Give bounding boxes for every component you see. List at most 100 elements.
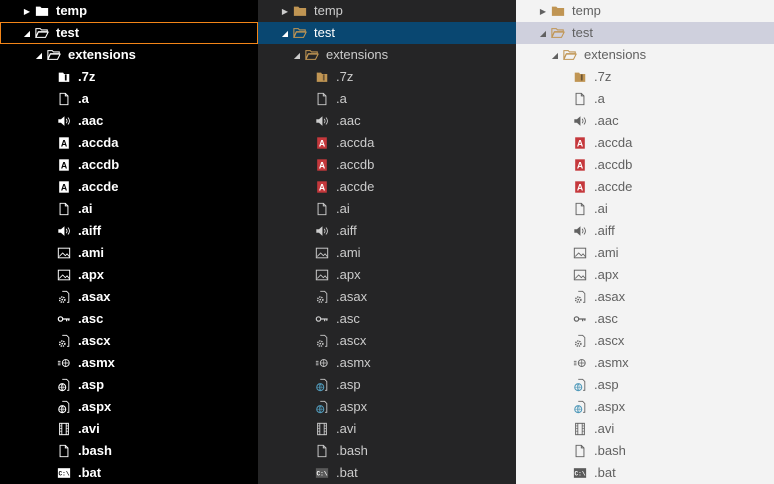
item-label: .accde (594, 179, 633, 194)
tree-file-item[interactable]: .asmx (0, 352, 258, 374)
tree-folder-test[interactable]: ◢ test (258, 22, 516, 44)
tree-folder-extensions[interactable]: ◢ extensions (258, 44, 516, 66)
svg-text:A: A (577, 183, 584, 193)
tree-file-item[interactable]: .asp (258, 374, 516, 396)
tree-folder-test[interactable]: ◢ test (516, 22, 774, 44)
tree-file-item[interactable]: A .accdb (516, 154, 774, 176)
tree-file-item[interactable]: .7z (258, 66, 516, 88)
chevron-right-icon[interactable]: ▶ (278, 7, 292, 16)
tree-file-item[interactable]: .ascx (516, 330, 774, 352)
tree-file-item[interactable]: .aiff (516, 220, 774, 242)
tree-file-item[interactable]: .asax (516, 286, 774, 308)
tree-file-item[interactable]: C:\ .bat (516, 462, 774, 484)
tree-file-item[interactable]: A .accde (516, 176, 774, 198)
key-icon (572, 311, 588, 327)
tree-file-item[interactable]: .ami (516, 242, 774, 264)
tree-file-item[interactable]: .asmx (516, 352, 774, 374)
item-label: .a (78, 91, 89, 106)
audio-icon (572, 223, 588, 239)
tree-file-item[interactable]: .asp (516, 374, 774, 396)
tree-file-item[interactable]: A .accde (0, 176, 258, 198)
chevron-down-icon[interactable]: ◢ (290, 51, 304, 60)
tree-file-item[interactable]: .aac (516, 110, 774, 132)
item-label: .bat (594, 465, 616, 480)
item-label: .accda (78, 135, 119, 150)
tree-file-item[interactable]: A .accda (0, 132, 258, 154)
explorer-panel-high-contrast: ▶ temp ◢ test ◢ extensions .7z .a .aac A .accda A .a… (0, 0, 258, 484)
tree-file-item[interactable]: .a (258, 88, 516, 110)
chevron-down-icon[interactable]: ◢ (278, 29, 292, 38)
chevron-right-icon[interactable]: ▶ (20, 7, 34, 16)
tree-file-item[interactable]: .bash (0, 440, 258, 462)
tree-file-item[interactable]: .avi (516, 418, 774, 440)
item-label: .bat (78, 465, 102, 480)
tree-folder-test[interactable]: ◢ test (0, 22, 258, 44)
tree-file-item[interactable]: .a (0, 88, 258, 110)
tree-file-item[interactable]: .ai (258, 198, 516, 220)
tree-file-item[interactable]: .aspx (0, 396, 258, 418)
tree-file-item[interactable]: .ascx (258, 330, 516, 352)
chevron-down-icon[interactable]: ◢ (32, 51, 46, 60)
svg-text:A: A (319, 183, 326, 193)
item-label: .asc (594, 311, 618, 326)
audio-icon (56, 113, 72, 129)
tree-file-item[interactable]: A .accdb (0, 154, 258, 176)
tree-file-item[interactable]: A .accde (258, 176, 516, 198)
folder-open-icon (34, 25, 50, 41)
tree-file-item[interactable]: .asc (516, 308, 774, 330)
tree-file-item[interactable]: .a (516, 88, 774, 110)
tree-folder-temp[interactable]: ▶ temp (0, 0, 258, 22)
tree-file-item[interactable]: .apx (0, 264, 258, 286)
access-icon: A (314, 179, 330, 195)
tree-file-item[interactable]: .aiff (258, 220, 516, 242)
item-label: .ascx (594, 333, 625, 348)
gear-file-icon (56, 333, 72, 349)
tree-file-item[interactable]: .apx (258, 264, 516, 286)
tree-file-item[interactable]: .ai (0, 198, 258, 220)
tree-file-item[interactable]: .7z (0, 66, 258, 88)
chevron-right-icon[interactable]: ▶ (536, 7, 550, 16)
terminal-icon: C:\ (56, 465, 72, 481)
access-icon: A (56, 157, 72, 173)
tree-folder-extensions[interactable]: ◢ extensions (516, 44, 774, 66)
tree-file-item[interactable]: .aiff (0, 220, 258, 242)
globe-file-icon (572, 377, 588, 393)
tree-file-item[interactable]: A .accdb (258, 154, 516, 176)
tree-folder-temp[interactable]: ▶ temp (516, 0, 774, 22)
item-label: .bash (78, 443, 112, 458)
tree-file-item[interactable]: .ascx (0, 330, 258, 352)
tree-file-item[interactable]: .asc (0, 308, 258, 330)
tree-file-item[interactable]: .avi (0, 418, 258, 440)
tree-file-item[interactable]: .aspx (516, 396, 774, 418)
tree-folder-extensions[interactable]: ◢ extensions (0, 44, 258, 66)
tree-file-item[interactable]: .asax (258, 286, 516, 308)
chevron-down-icon[interactable]: ◢ (536, 29, 550, 38)
tree-file-item[interactable]: .asax (0, 286, 258, 308)
tree-file-item[interactable]: A .accda (516, 132, 774, 154)
tree-file-item[interactable]: .7z (516, 66, 774, 88)
tree-file-item[interactable]: .asmx (258, 352, 516, 374)
tree-file-item[interactable]: .bash (258, 440, 516, 462)
item-label: .asmx (78, 355, 115, 370)
tree-folder-temp[interactable]: ▶ temp (258, 0, 516, 22)
tree-file-item[interactable]: .ai (516, 198, 774, 220)
tree-file-item[interactable]: A .accda (258, 132, 516, 154)
tree-file-item[interactable]: .aac (0, 110, 258, 132)
chevron-down-icon[interactable]: ◢ (548, 51, 562, 60)
item-label: .aspx (336, 399, 368, 414)
tree-file-item[interactable]: .avi (258, 418, 516, 440)
tree-file-item[interactable]: .apx (516, 264, 774, 286)
image-icon (56, 267, 72, 283)
tree-file-item[interactable]: .asc (258, 308, 516, 330)
tree-file-item[interactable]: .aac (258, 110, 516, 132)
tree-file-item[interactable]: C:\ .bat (258, 462, 516, 484)
tree-file-item[interactable]: C:\ .bat (0, 462, 258, 484)
tree-file-item[interactable]: .aspx (258, 396, 516, 418)
tree-file-item[interactable]: .asp (0, 374, 258, 396)
tree-file-item[interactable]: .ami (258, 242, 516, 264)
tree-file-item[interactable]: .bash (516, 440, 774, 462)
tree-file-item[interactable]: .ami (0, 242, 258, 264)
chevron-down-icon[interactable]: ◢ (20, 29, 34, 38)
item-label: .ascx (78, 333, 111, 348)
gear-file-icon (314, 333, 330, 349)
